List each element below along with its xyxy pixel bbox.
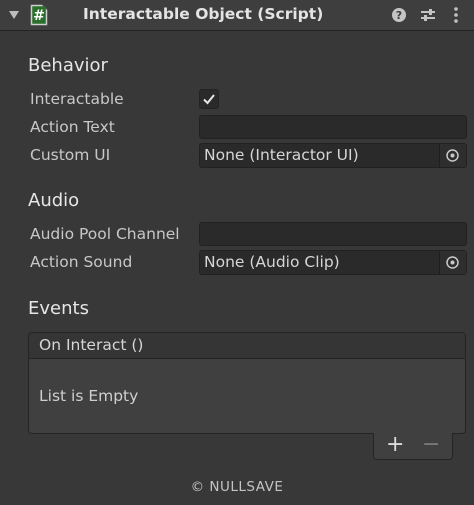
list-add-remove-footer: + − — [373, 432, 453, 460]
list-empty-text: List is Empty — [39, 387, 139, 405]
action-sound-label: Action Sound — [30, 253, 133, 271]
script-icon-glyph: # — [33, 8, 45, 24]
audio-pool-channel-label: Audio Pool Channel — [30, 225, 180, 243]
help-icon[interactable]: ? — [389, 5, 409, 25]
behavior-section-title: Behavior — [28, 55, 108, 76]
custom-ui-object-field[interactable]: None (Interactor UI) — [199, 143, 467, 168]
action-sound-picker-button[interactable] — [439, 251, 466, 274]
on-interact-event-list: On Interact () List is Empty — [28, 332, 466, 434]
remove-button[interactable]: − — [422, 432, 440, 457]
action-sound-object-field[interactable]: None (Audio Clip) — [199, 250, 467, 275]
audio-pool-channel-field[interactable] — [199, 222, 467, 246]
context-menu-icon[interactable] — [446, 5, 466, 25]
custom-ui-label: Custom UI — [30, 146, 111, 164]
custom-ui-picker-button[interactable] — [439, 144, 466, 167]
events-section-title: Events — [28, 298, 89, 319]
action-sound-value: None (Audio Clip) — [204, 253, 340, 271]
add-button[interactable]: + — [386, 432, 404, 457]
checkmark-icon — [203, 94, 215, 105]
action-text-field[interactable] — [199, 115, 467, 139]
component-title: Interactable Object (Script) — [83, 5, 324, 23]
script-icon: # — [30, 4, 48, 26]
interactable-checkbox[interactable] — [199, 89, 219, 109]
svg-text:?: ? — [396, 9, 402, 22]
footer-credit: © NULLSAVE — [190, 479, 284, 495]
audio-section-title: Audio — [28, 190, 80, 211]
foldout-arrow-icon[interactable] — [9, 11, 19, 19]
object-picker-icon — [446, 149, 459, 162]
action-text-label: Action Text — [30, 118, 115, 136]
presets-icon[interactable] — [418, 5, 438, 25]
on-interact-header: On Interact () — [29, 333, 465, 359]
custom-ui-value: None (Interactor UI) — [204, 146, 359, 164]
component-header[interactable]: # Interactable Object (Script) ? — [0, 0, 474, 31]
object-picker-icon — [446, 256, 459, 269]
on-interact-label: On Interact () — [39, 336, 144, 354]
interactable-label: Interactable — [30, 90, 124, 108]
